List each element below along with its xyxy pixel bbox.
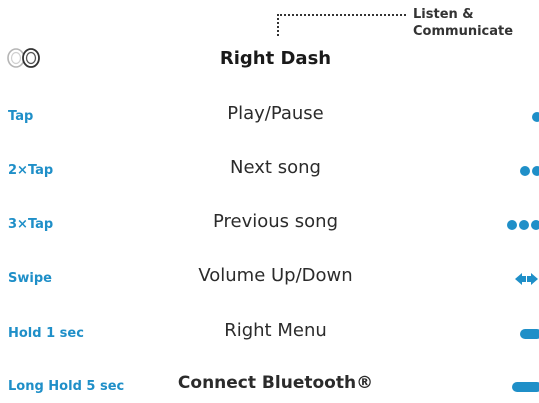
single-tap-icon	[532, 109, 539, 125]
page-title: Right Dash	[219, 48, 332, 69]
gesture-row-triple-tap: 3×Tap Previous song	[0, 211, 539, 241]
double-tap-icon	[520, 163, 539, 179]
action-label: Play/Pause	[227, 103, 324, 124]
gesture-row-tap: Tap Play/Pause	[0, 103, 539, 133]
action-label: Previous song	[212, 211, 338, 232]
triple-tap-icon	[507, 217, 539, 233]
action-label: Connect Bluetooth®	[177, 373, 374, 393]
gesture-row-double-tap: 2×Tap Next song	[0, 157, 539, 187]
action-label: Volume Up/Down	[198, 265, 353, 286]
hold-icon	[520, 326, 539, 342]
long-hold-icon	[512, 379, 539, 395]
gesture-row-swipe: Swipe Volume Up/Down	[0, 265, 539, 295]
gesture-row-long-hold: Long Hold 5 sec Connect Bluetooth®	[0, 373, 539, 403]
swipe-icon	[515, 273, 538, 285]
action-label: Right Menu	[224, 320, 327, 341]
action-label: Next song	[230, 157, 321, 178]
callout-label: Listen & Communicate	[413, 7, 514, 39]
gesture-row-hold: Hold 1 sec Right Menu	[0, 320, 539, 350]
callout-dotted-line	[277, 14, 406, 16]
callout-dotted-connector	[277, 14, 279, 36]
